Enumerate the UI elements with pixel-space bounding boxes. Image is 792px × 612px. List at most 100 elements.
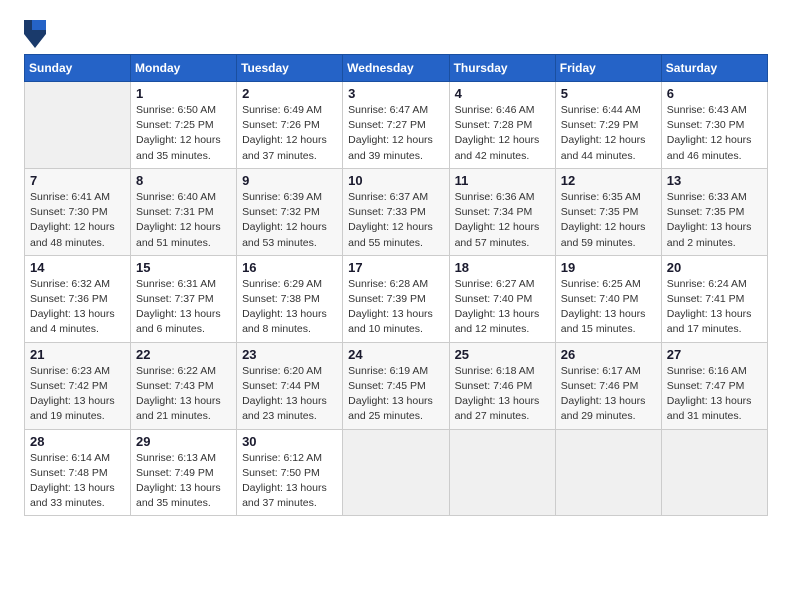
calendar-cell: 28 Sunrise: 6:14 AMSunset: 7:48 PMDayligh…	[25, 429, 131, 516]
day-number: 21	[30, 347, 125, 362]
day-info: Sunrise: 6:32 AMSunset: 7:36 PMDaylight:…	[30, 277, 125, 338]
day-number: 12	[561, 173, 656, 188]
day-info: Sunrise: 6:16 AMSunset: 7:47 PMDaylight:…	[667, 364, 762, 425]
day-number: 1	[136, 86, 231, 101]
day-info: Sunrise: 6:19 AMSunset: 7:45 PMDaylight:…	[348, 364, 443, 425]
day-number: 3	[348, 86, 443, 101]
weekday-header-monday: Monday	[131, 55, 237, 82]
calendar-cell: 5 Sunrise: 6:44 AMSunset: 7:29 PMDaylight…	[555, 82, 661, 169]
day-number: 19	[561, 260, 656, 275]
day-info: Sunrise: 6:27 AMSunset: 7:40 PMDaylight:…	[455, 277, 550, 338]
weekday-header-wednesday: Wednesday	[343, 55, 449, 82]
day-info: Sunrise: 6:25 AMSunset: 7:40 PMDaylight:…	[561, 277, 656, 338]
calendar-cell: 26 Sunrise: 6:17 AMSunset: 7:46 PMDayligh…	[555, 342, 661, 429]
calendar-cell: 4 Sunrise: 6:46 AMSunset: 7:28 PMDaylight…	[449, 82, 555, 169]
day-number: 26	[561, 347, 656, 362]
day-number: 17	[348, 260, 443, 275]
day-info: Sunrise: 6:46 AMSunset: 7:28 PMDaylight:…	[455, 103, 550, 164]
calendar-cell	[661, 429, 767, 516]
day-number: 8	[136, 173, 231, 188]
calendar-cell: 20Sunrise: 6:24 AMSunset: 7:41 PMDayligh…	[661, 255, 767, 342]
day-info: Sunrise: 6:31 AMSunset: 7:37 PMDaylight:…	[136, 277, 231, 338]
calendar-cell: 22 Sunrise: 6:22 AMSunset: 7:43 PMDayligh…	[131, 342, 237, 429]
weekday-header-friday: Friday	[555, 55, 661, 82]
day-number: 28	[30, 434, 125, 449]
calendar-table: SundayMondayTuesdayWednesdayThursdayFrid…	[24, 54, 768, 516]
calendar-cell: 8 Sunrise: 6:40 AMSunset: 7:31 PMDaylight…	[131, 168, 237, 255]
day-info: Sunrise: 6:47 AMSunset: 7:27 PMDaylight:…	[348, 103, 443, 164]
calendar-cell: 15 Sunrise: 6:31 AMSunset: 7:37 PMDayligh…	[131, 255, 237, 342]
weekday-header-saturday: Saturday	[661, 55, 767, 82]
day-number: 4	[455, 86, 550, 101]
calendar-cell: 10Sunrise: 6:37 AMSunset: 7:33 PMDayligh…	[343, 168, 449, 255]
calendar-cell: 6 Sunrise: 6:43 AMSunset: 7:30 PMDaylight…	[661, 82, 767, 169]
day-number: 16	[242, 260, 337, 275]
calendar-cell: 13 Sunrise: 6:33 AMSunset: 7:35 PMDayligh…	[661, 168, 767, 255]
weekday-header-thursday: Thursday	[449, 55, 555, 82]
calendar-cell: 14 Sunrise: 6:32 AMSunset: 7:36 PMDayligh…	[25, 255, 131, 342]
day-number: 22	[136, 347, 231, 362]
day-info: Sunrise: 6:36 AMSunset: 7:34 PMDaylight:…	[455, 190, 550, 251]
day-info: Sunrise: 6:39 AMSunset: 7:32 PMDaylight:…	[242, 190, 337, 251]
day-number: 15	[136, 260, 231, 275]
calendar-cell: 23 Sunrise: 6:20 AMSunset: 7:44 PMDayligh…	[237, 342, 343, 429]
day-info: Sunrise: 6:41 AMSunset: 7:30 PMDaylight:…	[30, 190, 125, 251]
day-info: Sunrise: 6:37 AMSunset: 7:33 PMDaylight:…	[348, 190, 443, 251]
day-info: Sunrise: 6:17 AMSunset: 7:46 PMDaylight:…	[561, 364, 656, 425]
day-number: 13	[667, 173, 762, 188]
day-number: 24	[348, 347, 443, 362]
day-number: 6	[667, 86, 762, 101]
day-number: 11	[455, 173, 550, 188]
calendar-cell: 19 Sunrise: 6:25 AMSunset: 7:40 PMDayligh…	[555, 255, 661, 342]
day-info: Sunrise: 6:40 AMSunset: 7:31 PMDaylight:…	[136, 190, 231, 251]
calendar-cell	[555, 429, 661, 516]
calendar-cell: 17 Sunrise: 6:28 AMSunset: 7:39 PMDayligh…	[343, 255, 449, 342]
day-number: 9	[242, 173, 337, 188]
calendar-week-row: 28 Sunrise: 6:14 AMSunset: 7:48 PMDayligh…	[25, 429, 768, 516]
calendar-cell: 7 Sunrise: 6:41 AMSunset: 7:30 PMDaylight…	[25, 168, 131, 255]
day-info: Sunrise: 6:20 AMSunset: 7:44 PMDaylight:…	[242, 364, 337, 425]
page-header	[24, 20, 768, 48]
calendar-cell: 11 Sunrise: 6:36 AMSunset: 7:34 PMDayligh…	[449, 168, 555, 255]
calendar-week-row: 1 Sunrise: 6:50 AMSunset: 7:25 PMDaylight…	[25, 82, 768, 169]
day-info: Sunrise: 6:43 AMSunset: 7:30 PMDaylight:…	[667, 103, 762, 164]
calendar-week-row: 21Sunrise: 6:23 AMSunset: 7:42 PMDayligh…	[25, 342, 768, 429]
day-info: Sunrise: 6:50 AMSunset: 7:25 PMDaylight:…	[136, 103, 231, 164]
calendar-cell: 24 Sunrise: 6:19 AMSunset: 7:45 PMDayligh…	[343, 342, 449, 429]
day-number: 7	[30, 173, 125, 188]
day-info: Sunrise: 6:18 AMSunset: 7:46 PMDaylight:…	[455, 364, 550, 425]
day-number: 25	[455, 347, 550, 362]
day-info: Sunrise: 6:29 AMSunset: 7:38 PMDaylight:…	[242, 277, 337, 338]
calendar-cell: 9 Sunrise: 6:39 AMSunset: 7:32 PMDaylight…	[237, 168, 343, 255]
day-info: Sunrise: 6:28 AMSunset: 7:39 PMDaylight:…	[348, 277, 443, 338]
day-number: 5	[561, 86, 656, 101]
calendar-cell: 25 Sunrise: 6:18 AMSunset: 7:46 PMDayligh…	[449, 342, 555, 429]
day-info: Sunrise: 6:12 AMSunset: 7:50 PMDaylight:…	[242, 451, 337, 512]
day-number: 27	[667, 347, 762, 362]
calendar-cell	[449, 429, 555, 516]
day-info: Sunrise: 6:33 AMSunset: 7:35 PMDaylight:…	[667, 190, 762, 251]
day-number: 30	[242, 434, 337, 449]
calendar-cell: 1 Sunrise: 6:50 AMSunset: 7:25 PMDaylight…	[131, 82, 237, 169]
day-info: Sunrise: 6:49 AMSunset: 7:26 PMDaylight:…	[242, 103, 337, 164]
day-number: 23	[242, 347, 337, 362]
weekday-header-sunday: Sunday	[25, 55, 131, 82]
day-info: Sunrise: 6:14 AMSunset: 7:48 PMDaylight:…	[30, 451, 125, 512]
calendar-cell: 2Sunrise: 6:49 AMSunset: 7:26 PMDaylight…	[237, 82, 343, 169]
calendar-cell: 3 Sunrise: 6:47 AMSunset: 7:27 PMDaylight…	[343, 82, 449, 169]
logo	[24, 20, 50, 48]
day-number: 14	[30, 260, 125, 275]
calendar-cell	[343, 429, 449, 516]
calendar-cell: 29Sunrise: 6:13 AMSunset: 7:49 PMDayligh…	[131, 429, 237, 516]
day-info: Sunrise: 6:44 AMSunset: 7:29 PMDaylight:…	[561, 103, 656, 164]
calendar-cell	[25, 82, 131, 169]
calendar-week-row: 14 Sunrise: 6:32 AMSunset: 7:36 PMDayligh…	[25, 255, 768, 342]
calendar-cell: 27 Sunrise: 6:16 AMSunset: 7:47 PMDayligh…	[661, 342, 767, 429]
day-number: 20	[667, 260, 762, 275]
day-info: Sunrise: 6:13 AMSunset: 7:49 PMDaylight:…	[136, 451, 231, 512]
calendar-week-row: 7 Sunrise: 6:41 AMSunset: 7:30 PMDaylight…	[25, 168, 768, 255]
calendar-header-row: SundayMondayTuesdayWednesdayThursdayFrid…	[25, 55, 768, 82]
calendar-cell: 12Sunrise: 6:35 AMSunset: 7:35 PMDayligh…	[555, 168, 661, 255]
calendar-cell: 30 Sunrise: 6:12 AMSunset: 7:50 PMDayligh…	[237, 429, 343, 516]
day-info: Sunrise: 6:22 AMSunset: 7:43 PMDaylight:…	[136, 364, 231, 425]
